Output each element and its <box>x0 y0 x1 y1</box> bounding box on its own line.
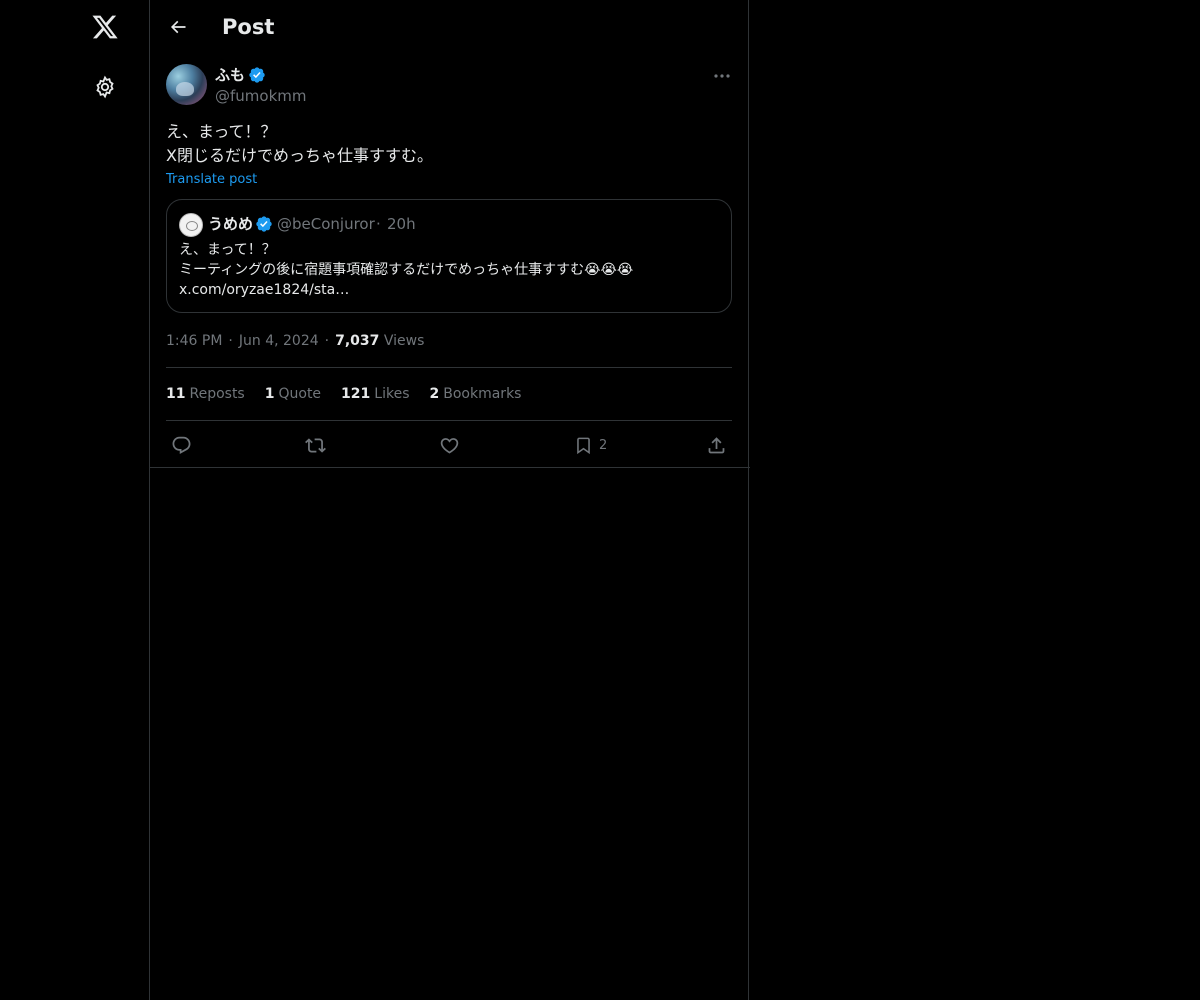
page-title: Post <box>222 15 275 39</box>
post-text: え、まって！？ X閉じるだけでめっちゃ仕事すすむ。 <box>166 120 733 168</box>
gear-icon[interactable] <box>91 73 119 101</box>
like-button[interactable] <box>439 434 460 456</box>
bookmarks-stat[interactable]: 2 Bookmarks <box>430 386 522 402</box>
post-text-line: X閉じるだけでめっちゃ仕事すすむ。 <box>166 146 433 165</box>
arrow-left-icon <box>170 20 186 34</box>
quotes-stat[interactable]: 1 Quote <box>265 386 321 402</box>
reposts-stat[interactable]: 11 Reposts <box>166 386 245 402</box>
quoted-text: え、まって！？ ミーティングの後に宿題事項確認するだけでめっちゃ仕事すすむ😭😭😭… <box>179 240 633 300</box>
bookmark-button[interactable]: 2 <box>574 434 607 456</box>
more-horizontal-icon <box>714 74 730 78</box>
post-text-line: え、まって！？ <box>166 122 277 141</box>
author-name[interactable]: ふも <box>215 65 245 85</box>
left-nav <box>0 0 150 1000</box>
verified-badge-icon <box>249 67 265 83</box>
avatar[interactable] <box>166 64 207 105</box>
post-date[interactable]: Jun 4, 2024 <box>239 333 319 349</box>
bookmarks-count: 2 <box>429 386 440 402</box>
reply-icon <box>172 436 191 454</box>
quotes-count: 1 <box>264 386 275 402</box>
bookmarks-label: Bookmarks <box>443 386 522 402</box>
post-actions: 2 <box>166 421 732 468</box>
quoted-timestamp[interactable]: 20h <box>387 214 416 234</box>
post-meta: 1:46 PM · Jun 4, 2024 · 7,037 Views <box>166 331 733 351</box>
quoted-post[interactable]: うめめ @beConjuror · 20h え、まって！？ ミーティングの後に宿… <box>166 199 732 313</box>
separator-dot: · <box>324 333 330 349</box>
quoted-avatar[interactable] <box>179 213 203 237</box>
page-header: Post <box>150 0 750 54</box>
likes-label: Likes <box>374 386 410 402</box>
author-handle[interactable]: @fumokmm <box>215 86 307 106</box>
separator-dot: · <box>376 215 381 233</box>
quoted-text-line: え、まって！？ <box>179 242 276 258</box>
share-button[interactable] <box>706 434 727 456</box>
heart-icon <box>440 437 459 454</box>
quoted-author-name[interactable]: うめめ <box>208 214 253 234</box>
bookmark-count: 2 <box>599 437 608 453</box>
more-button[interactable] <box>711 66 733 86</box>
reply-button[interactable] <box>171 434 192 456</box>
repost-icon <box>305 437 326 453</box>
main-column: Post ふも @fumokmm え、まって！？ X閉じるだけでめっちゃ仕事すす… <box>149 0 750 1000</box>
share-icon <box>708 436 725 453</box>
quoted-link[interactable]: x.com/oryzae1824/sta… <box>179 280 633 300</box>
repost-button[interactable] <box>304 434 327 456</box>
post-time[interactable]: 1:46 PM <box>166 333 222 349</box>
reposts-count: 11 <box>166 386 186 402</box>
back-button[interactable] <box>164 13 192 41</box>
likes-count: 121 <box>341 386 371 402</box>
quotes-label: Quote <box>278 386 322 402</box>
x-logo-icon[interactable] <box>88 10 122 44</box>
post-stats: 11 Reposts 1 Quote 121 Likes 2 Bookmarks <box>166 368 733 420</box>
likes-stat[interactable]: 121 Likes <box>341 386 409 402</box>
app-root: Post ふも @fumokmm え、まって！？ X閉じるだけでめっちゃ仕事すす… <box>0 0 1200 1000</box>
quoted-text-line: ミーティングの後に宿題事項確認するだけでめっちゃ仕事すすむ😭😭😭 <box>179 262 634 278</box>
views-count: 7,037 <box>335 333 380 349</box>
separator-dot: · <box>228 333 233 349</box>
reposts-label: Reposts <box>189 386 245 402</box>
translate-post-link[interactable]: Translate post <box>166 171 257 189</box>
bookmark-icon <box>577 437 590 454</box>
post-author-row: ふも @fumokmm <box>166 64 733 108</box>
verified-badge-icon <box>256 216 272 232</box>
quoted-author-handle[interactable]: @beConjuror <box>277 214 375 234</box>
divider <box>150 467 750 468</box>
post: ふも @fumokmm え、まって！？ X閉じるだけでめっちゃ仕事すすむ。 Tr… <box>166 64 733 468</box>
views-label: Views <box>383 333 425 349</box>
